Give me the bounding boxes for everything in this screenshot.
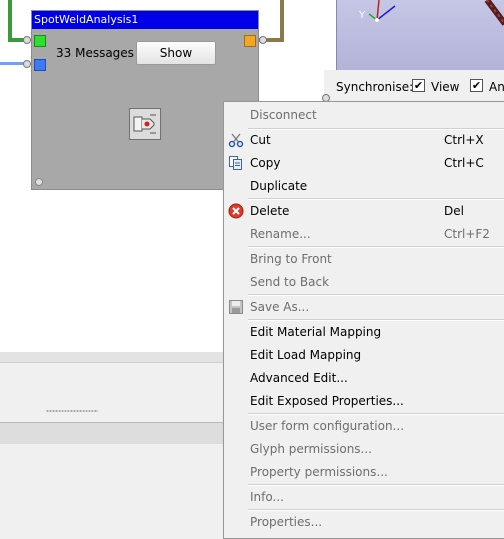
menu-label: User form configuration... (250, 419, 405, 433)
menu-item-duplicate[interactable]: Duplicate (226, 175, 504, 197)
sync-view-checkbox[interactable]: ✔ (412, 79, 425, 92)
menu-item-advanced-edit[interactable]: Advanced Edit... (226, 367, 504, 389)
output-port-orange[interactable] (244, 35, 256, 47)
menu-label: Cut (250, 133, 271, 147)
menu-label: Delete (250, 204, 290, 218)
connector-knob[interactable] (23, 60, 31, 68)
menu-shortcut: Ctrl+C (444, 156, 484, 170)
menu-label: Edit Material Mapping (250, 325, 382, 339)
3d-viewer[interactable]: Y (336, 0, 504, 70)
glyph-title: SpotWeldAnalysis1 (32, 11, 258, 29)
menu-label: Duplicate (250, 179, 308, 193)
menu-item-user-form-configuration[interactable]: User form configuration... (226, 415, 504, 437)
brown-wire-vertical (280, 0, 284, 42)
input-port-green[interactable] (34, 35, 46, 47)
delete-icon (228, 203, 244, 219)
menu-label: Rename... (250, 227, 311, 241)
menu-label: Properties... (250, 515, 323, 529)
show-messages-button[interactable]: Show (136, 41, 216, 65)
connector-knob[interactable] (23, 36, 31, 44)
menu-label: Edit Load Mapping (250, 348, 362, 362)
menu-item-info[interactable]: Info... (226, 486, 504, 508)
glyph-resize-handle[interactable] (35, 178, 43, 186)
splitter-grip[interactable] (46, 410, 98, 412)
context-menu: Disconnect Cut Ctrl+X Copy Ctrl+C Duplic… (223, 101, 504, 539)
axis-label-y: Y (359, 10, 366, 21)
menu-label: Save As... (250, 300, 310, 314)
menu-label: Edit Exposed Properties... (250, 394, 404, 408)
menu-label: Copy (250, 156, 281, 170)
menu-item-save-as[interactable]: Save As... (226, 296, 504, 318)
connector-knob[interactable] (259, 36, 267, 44)
menu-item-edit-exposed-properties[interactable]: Edit Exposed Properties... (226, 390, 504, 412)
menu-label: Info... (250, 490, 284, 504)
menu-item-bring-to-front[interactable]: Bring to Front (226, 248, 504, 270)
menu-label: Disconnect (250, 108, 317, 122)
menu-item-properties[interactable]: Properties... (226, 511, 504, 533)
menu-item-disconnect[interactable]: Disconnect (226, 104, 504, 126)
sync-an-checkbox[interactable]: ✔ (470, 79, 483, 92)
menu-label: Property permissions... (250, 465, 388, 479)
save-icon (228, 299, 244, 315)
messages-count: 33 Messages (56, 46, 134, 60)
menu-item-property-permissions[interactable]: Property permissions... (226, 461, 504, 483)
synchronise-label: Synchronise: (336, 80, 414, 94)
menu-label: Advanced Edit... (250, 371, 348, 385)
menu-item-rename[interactable]: Rename... Ctrl+F2 (226, 223, 504, 245)
copy-icon (228, 155, 244, 171)
menu-label: Bring to Front (250, 252, 332, 266)
sync-view-label: View (431, 80, 460, 94)
menu-label: Glyph permissions... (250, 442, 372, 456)
menu-shortcut: Del (444, 204, 464, 218)
menu-label: Send to Back (250, 275, 330, 289)
menu-item-copy[interactable]: Copy Ctrl+C (226, 152, 504, 174)
spotweld-tool-icon[interactable] (129, 108, 161, 140)
menu-item-edit-material-mapping[interactable]: Edit Material Mapping (226, 321, 504, 343)
scissors-icon (228, 132, 244, 148)
menu-shortcut: Ctrl+X (444, 133, 484, 147)
menu-item-delete[interactable]: Delete Del (226, 200, 504, 222)
menu-item-send-to-back[interactable]: Send to Back (226, 271, 504, 293)
menu-item-edit-load-mapping[interactable]: Edit Load Mapping (226, 344, 504, 366)
sync-an-label: An (489, 80, 504, 94)
menu-item-cut[interactable]: Cut Ctrl+X (226, 129, 504, 151)
input-port-blue[interactable] (34, 59, 46, 71)
menu-item-glyph-permissions[interactable]: Glyph permissions... (226, 438, 504, 460)
green-wire (8, 0, 12, 42)
menu-shortcut: Ctrl+F2 (444, 227, 490, 241)
